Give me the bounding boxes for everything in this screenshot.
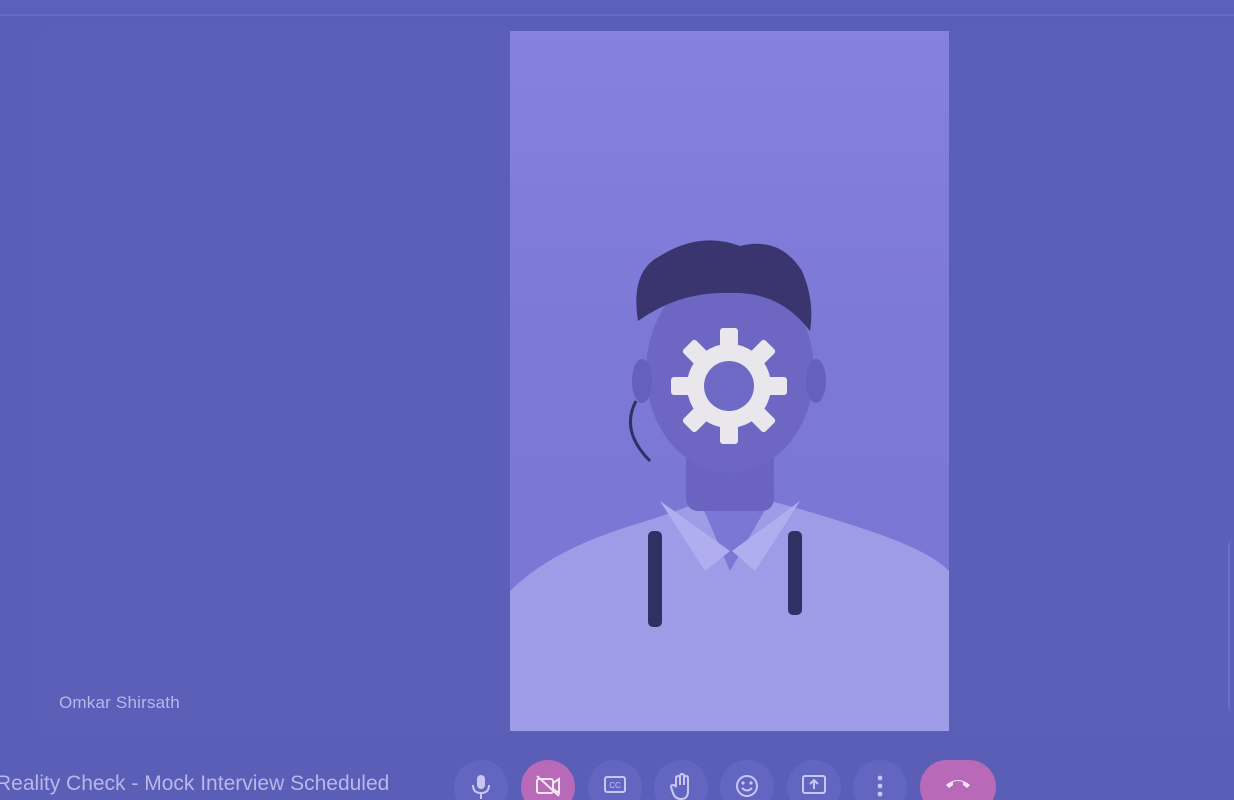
hand-icon	[669, 773, 689, 800]
present-screen-button[interactable]	[787, 760, 841, 800]
participant-name-label: Omkar Shirsath	[59, 693, 180, 712]
reactions-button[interactable]	[720, 760, 774, 800]
more-options-button[interactable]	[853, 760, 907, 800]
mic-button[interactable]	[454, 760, 508, 800]
mic-icon	[472, 775, 490, 799]
svg-text:CC: CC	[609, 781, 621, 790]
gear-icon	[671, 328, 787, 444]
camera-toggle-button[interactable]	[521, 760, 575, 800]
captions-icon: CC	[604, 776, 626, 793]
camera-off-icon	[536, 775, 560, 797]
top-bar	[0, 0, 1234, 16]
leave-call-button[interactable]	[920, 760, 996, 800]
emoji-icon	[736, 775, 758, 797]
side-panel-handle[interactable]	[1228, 540, 1234, 712]
raise-hand-button[interactable]	[654, 760, 708, 800]
end-call-icon	[946, 780, 970, 788]
meeting-title: Reality Check - Mock Interview Scheduled	[0, 772, 390, 795]
present-screen-icon	[802, 775, 826, 794]
more-vert-icon	[877, 775, 883, 797]
meeting-window: Omkar Shirsath Reality Check - Mock Inte…	[0, 0, 1234, 800]
captions-button[interactable]: CC	[588, 760, 642, 800]
